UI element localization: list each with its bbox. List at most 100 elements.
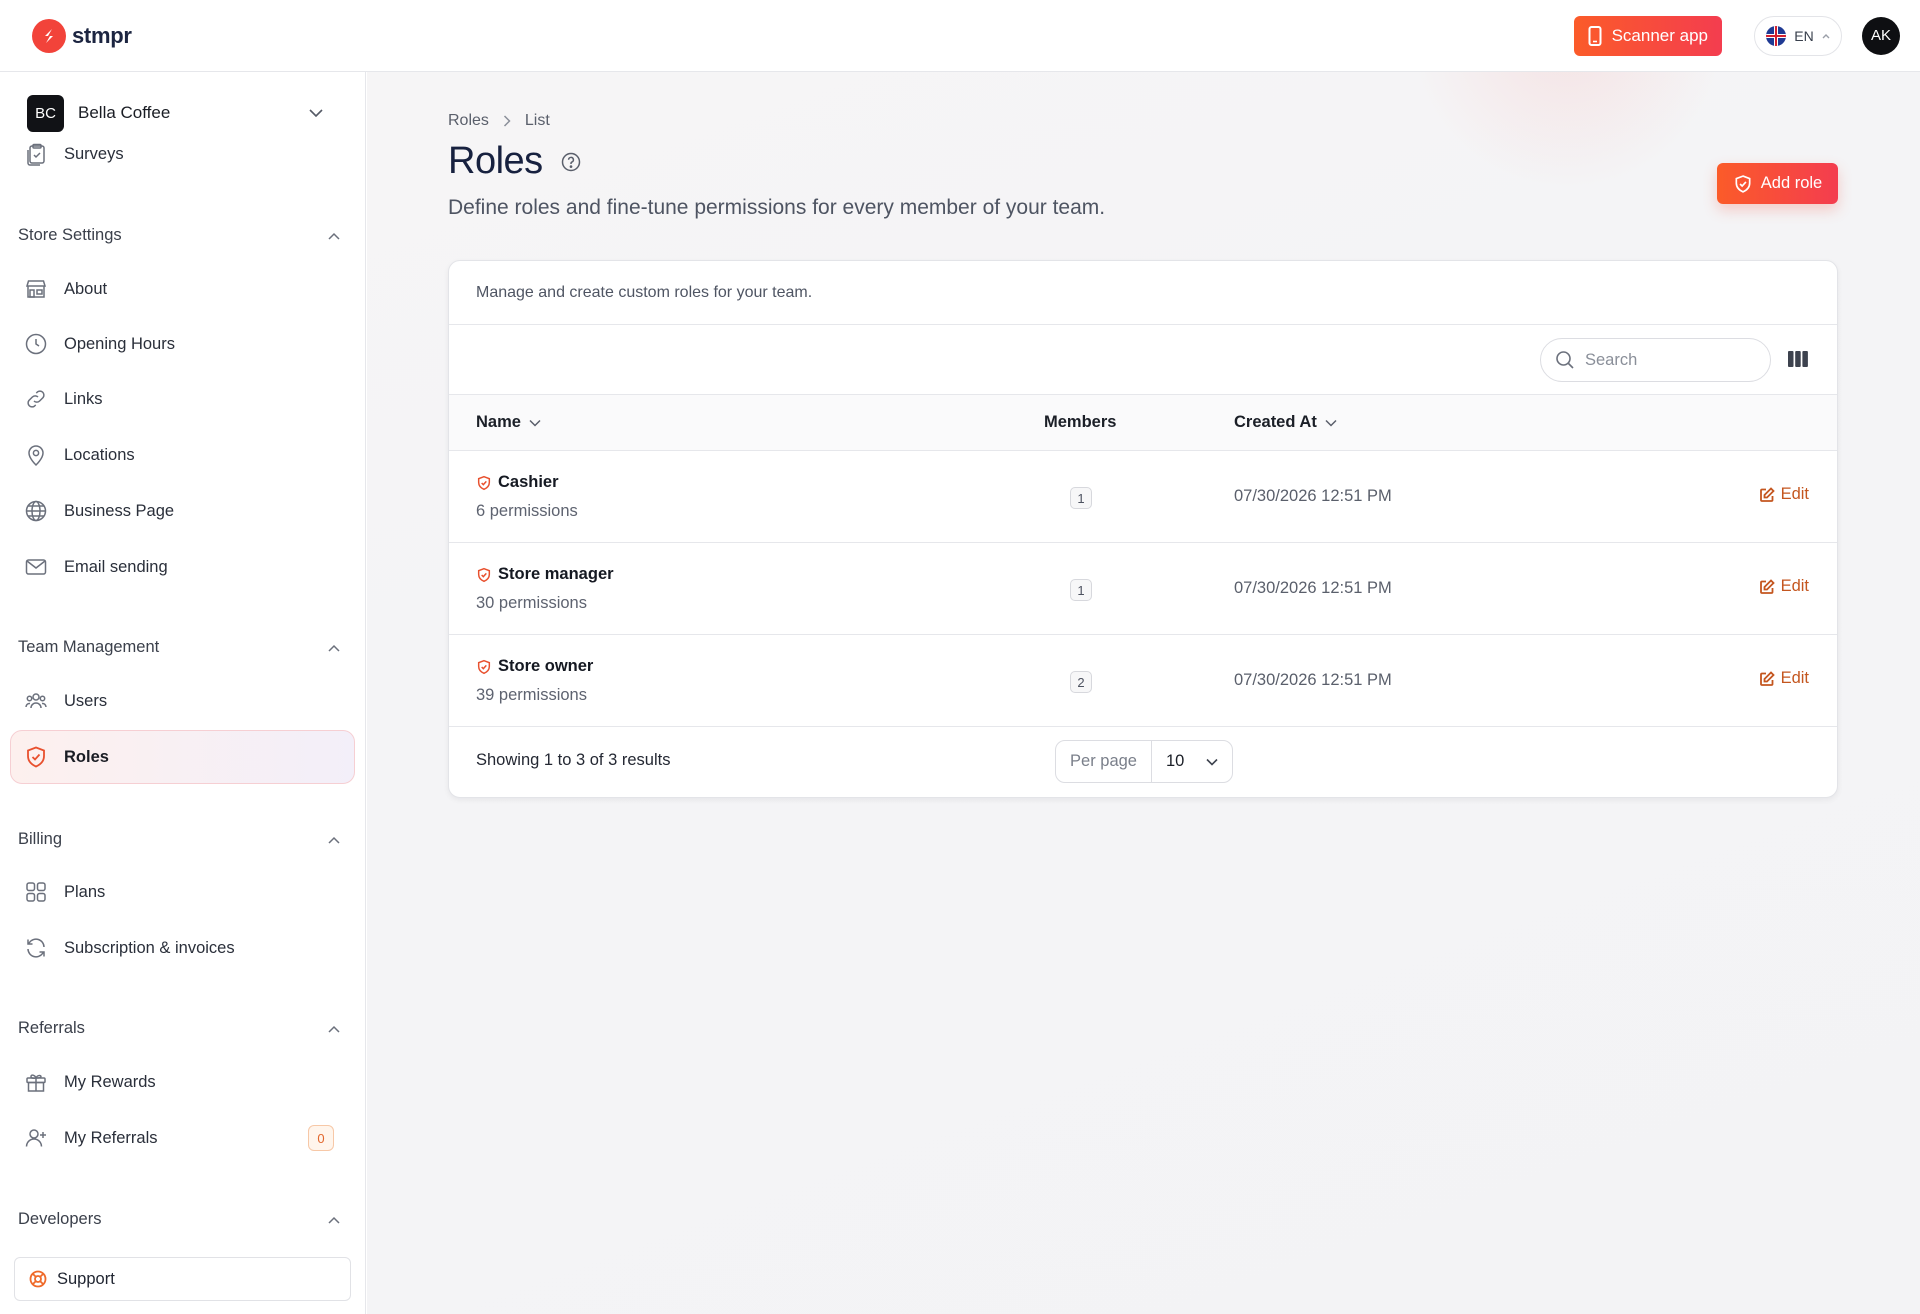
grid-icon bbox=[26, 882, 46, 902]
per-page-label: Per page bbox=[1056, 741, 1152, 782]
globe-icon bbox=[25, 500, 47, 522]
section-store-settings[interactable]: Store Settings bbox=[18, 226, 340, 245]
edit-label: Edit bbox=[1780, 669, 1809, 687]
phone-icon bbox=[1588, 25, 1602, 46]
sidebar-item-roles[interactable]: Roles bbox=[24, 737, 334, 777]
clipboard-icon bbox=[27, 143, 45, 166]
chevron-down-icon bbox=[309, 109, 323, 117]
shield-check-icon bbox=[477, 659, 491, 674]
language-selector[interactable]: EN bbox=[1754, 15, 1842, 56]
edit-icon bbox=[1759, 670, 1775, 686]
columns-toggle-icon[interactable] bbox=[1788, 350, 1808, 368]
sidebar-item-label: Business Page bbox=[64, 501, 175, 520]
section-referrals[interactable]: Referrals bbox=[18, 1019, 340, 1038]
edit-label: Edit bbox=[1780, 485, 1809, 503]
sidebar-item-label: Email sending bbox=[64, 557, 168, 576]
table-row[interactable]: Store manager 30 permissions 1 07/30/202… bbox=[449, 543, 1837, 635]
role-permissions: 30 permissions bbox=[476, 594, 587, 612]
column-name-header[interactable]: Name bbox=[476, 413, 541, 432]
sidebar-item-label: Users bbox=[64, 691, 108, 710]
language-code: EN bbox=[1794, 27, 1814, 44]
section-billing[interactable]: Billing bbox=[18, 830, 340, 849]
section-team-management[interactable]: Team Management bbox=[18, 638, 340, 657]
column-label: Created At bbox=[1234, 413, 1317, 431]
shield-check-icon bbox=[1735, 174, 1751, 193]
scanner-app-label: Scanner app bbox=[1611, 25, 1708, 45]
link-icon bbox=[27, 390, 45, 408]
sidebar-item-my-rewards[interactable]: My Rewards bbox=[24, 1062, 334, 1102]
column-label: Name bbox=[476, 413, 521, 431]
sidebar-item-subscription-invoices[interactable]: Subscription & invoices bbox=[24, 928, 334, 968]
scanner-app-button[interactable]: Scanner app bbox=[1573, 15, 1722, 56]
lifebuoy-icon bbox=[29, 1270, 47, 1288]
table-row[interactable]: Cashier 6 permissions 1 07/30/2026 12:51… bbox=[449, 451, 1837, 543]
sidebar-item-label: Subscription & invoices bbox=[64, 938, 235, 957]
sidebar-item-locations[interactable]: Locations bbox=[24, 435, 334, 475]
sidebar-item-label: Surveys bbox=[64, 144, 124, 163]
support-button[interactable]: Support bbox=[14, 1257, 351, 1301]
sidebar: BC Bella Coffee Surveys Store Settings A… bbox=[0, 72, 366, 1314]
column-label: Members bbox=[1044, 413, 1117, 431]
per-page-select[interactable]: Per page 10 bbox=[1055, 740, 1233, 783]
breadcrumb: Roles List bbox=[448, 112, 550, 130]
sidebar-item-label: My Referrals bbox=[64, 1128, 158, 1147]
help-circle-icon[interactable] bbox=[561, 152, 581, 172]
created-at-cell: 07/30/2026 12:51 PM bbox=[1234, 579, 1392, 597]
roles-table-card: Manage and create custom roles for your … bbox=[448, 260, 1838, 798]
role-name-cell: Store manager 30 permissions bbox=[476, 565, 614, 613]
user-avatar[interactable]: AK bbox=[1862, 16, 1900, 55]
main-content: Roles List Roles Define roles and fine-t… bbox=[367, 72, 1920, 1314]
chevron-up-icon bbox=[328, 1216, 340, 1224]
brand-logo[interactable]: stmpr bbox=[32, 18, 132, 53]
column-created-at-header[interactable]: Created At bbox=[1234, 413, 1337, 432]
created-at-cell: 07/30/2026 12:51 PM bbox=[1234, 487, 1392, 505]
section-developers[interactable]: Developers bbox=[18, 1210, 340, 1229]
edit-icon bbox=[1759, 486, 1775, 502]
sidebar-item-business-page[interactable]: Business Page bbox=[24, 491, 334, 531]
page-title-row: Roles bbox=[448, 140, 581, 183]
members-count-badge: 2 bbox=[1070, 671, 1092, 693]
shield-check-icon bbox=[477, 567, 491, 582]
clock-icon bbox=[25, 333, 47, 355]
storefront-icon bbox=[25, 280, 47, 298]
store-switcher[interactable]: BC Bella Coffee bbox=[27, 94, 337, 132]
sidebar-item-my-referrals[interactable]: My Referrals 0 bbox=[24, 1118, 334, 1158]
shield-check-icon bbox=[27, 746, 45, 768]
chevron-up-icon bbox=[328, 232, 340, 240]
per-page-value: 10 bbox=[1166, 752, 1185, 770]
table-header: Name Members Created At bbox=[449, 395, 1837, 451]
section-title: Team Management bbox=[18, 638, 160, 656]
sidebar-item-surveys[interactable]: Surveys bbox=[24, 134, 334, 174]
role-name: Store owner bbox=[498, 657, 594, 675]
table-row[interactable]: Store owner 39 permissions 2 07/30/2026 … bbox=[449, 635, 1837, 727]
table-toolbar: Search bbox=[449, 325, 1837, 395]
support-label: Support bbox=[57, 1269, 115, 1288]
role-name: Store manager bbox=[498, 565, 614, 583]
sidebar-item-email-sending[interactable]: Email sending bbox=[24, 547, 334, 587]
edit-role-button[interactable]: Edit bbox=[1539, 669, 1809, 688]
sidebar-item-label: Links bbox=[64, 389, 103, 408]
breadcrumb-roles-link[interactable]: Roles bbox=[448, 112, 489, 130]
sidebar-item-label: Roles bbox=[64, 747, 109, 766]
search-icon bbox=[1556, 351, 1574, 369]
sidebar-item-opening-hours[interactable]: Opening Hours bbox=[24, 324, 334, 364]
edit-role-button[interactable]: Edit bbox=[1539, 577, 1809, 596]
sidebar-item-plans[interactable]: Plans bbox=[24, 872, 334, 912]
chevron-right-icon bbox=[503, 115, 511, 127]
sidebar-item-links[interactable]: Links bbox=[24, 379, 334, 419]
chevron-up-icon bbox=[1822, 33, 1830, 38]
add-role-button[interactable]: Add role bbox=[1717, 163, 1838, 204]
chevron-up-icon bbox=[328, 836, 340, 844]
role-permissions: 6 permissions bbox=[476, 502, 578, 520]
role-name: Cashier bbox=[498, 473, 559, 491]
page-description: Define roles and fine-tune permissions f… bbox=[448, 196, 1106, 219]
search-input[interactable]: Search bbox=[1540, 338, 1771, 382]
sidebar-item-users[interactable]: Users bbox=[24, 681, 334, 721]
envelope-icon bbox=[25, 559, 47, 575]
members-count-badge: 1 bbox=[1070, 579, 1092, 601]
created-at-cell: 07/30/2026 12:51 PM bbox=[1234, 671, 1392, 689]
sidebar-item-label: My Rewards bbox=[64, 1072, 156, 1091]
edit-role-button[interactable]: Edit bbox=[1539, 485, 1809, 504]
sidebar-item-about[interactable]: About bbox=[24, 269, 334, 309]
edit-label: Edit bbox=[1780, 577, 1809, 595]
